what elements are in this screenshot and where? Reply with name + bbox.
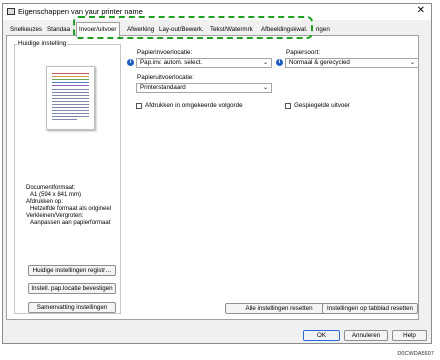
paper-input-value: Pap.inv. autom. select.: [140, 59, 203, 66]
tab-standaard[interactable]: Standaa: [45, 24, 72, 35]
tab-overige[interactable]: rigen: [314, 24, 332, 35]
tab-invoer-uitvoer[interactable]: Invoer/uitvoer: [76, 22, 120, 37]
preview-line: [52, 79, 89, 80]
paper-output-value: Printerstandaard: [140, 84, 186, 91]
figure-code: D0CWDA5607: [397, 351, 434, 357]
preview-line: [52, 92, 89, 93]
tab-afwerking[interactable]: Afwerking: [125, 24, 156, 35]
tab-tekst-watermerk[interactable]: Tekst/Watermrk: [208, 24, 255, 35]
title-bar: Eigenschappen van уаur printer name ✕: [3, 4, 431, 20]
preview-line: [52, 119, 77, 120]
chevron-down-icon: ⌄: [262, 85, 268, 91]
print-on-value: Hetzelfde formaat als origineel: [30, 206, 112, 212]
reverse-order-checkbox[interactable]: [136, 103, 142, 109]
preview-line: [52, 95, 89, 96]
info-icon: i: [276, 59, 283, 66]
cancel-button[interactable]: Annuleren: [344, 330, 388, 341]
reset-all-settings-button[interactable]: Alle instellingen resetten: [225, 303, 333, 314]
tab-snelkeuzes[interactable]: Snelkeuzes: [8, 24, 44, 35]
close-icon[interactable]: ✕: [417, 5, 425, 16]
tab-afbeeldingskwaliteit[interactable]: Afbeeldingskwal.: [259, 24, 309, 35]
help-button[interactable]: Help: [392, 330, 427, 341]
confirm-paper-location-button[interactable]: Instell. pap.locatie bevestigen: [28, 283, 116, 294]
mirror-output-checkbox[interactable]: [285, 103, 291, 109]
zoom-value: Aanpassen aan papierformaat: [30, 220, 111, 226]
preview-line: [52, 110, 89, 111]
paper-type-label: Papiersoort:: [286, 49, 320, 56]
register-current-settings-button[interactable]: Huidige instellingen registr…: [28, 265, 116, 276]
document-format-value: A1 (594 x 841 mm): [30, 192, 82, 198]
paper-output-label: Papieruitvoerlocatie:: [137, 74, 195, 81]
preview-line: [52, 85, 89, 86]
paper-output-select[interactable]: Printerstandaard ⌄: [136, 83, 272, 93]
preview-line: [52, 104, 89, 105]
chevron-down-icon: ⌄: [262, 60, 268, 66]
reset-tab-settings-button[interactable]: Instellingen op tabblad resetten: [322, 303, 418, 314]
zoom-label: Verkleinen/Vergroten:: [26, 213, 84, 219]
mirror-output-label: Gespiegelde uitvoer: [294, 102, 351, 109]
preview-line: [52, 82, 89, 83]
settings-summary-button[interactable]: Samenvatting instellingen: [28, 302, 116, 313]
paper-type-select[interactable]: Normaal & gerecycled ⌄: [285, 58, 419, 68]
paper-input-label: Papierinvoerlocatie:: [137, 49, 193, 56]
current-settings-label: Huidige instelling: [17, 40, 68, 47]
chevron-down-icon: ⌄: [409, 60, 415, 66]
ok-button[interactable]: OK: [303, 330, 340, 341]
tab-layout-bewerk[interactable]: Lay-out/Bewerk.: [157, 24, 206, 35]
print-on-label: Afdrukken op:: [26, 199, 64, 205]
printer-icon: [7, 8, 15, 15]
document-format-label: Documentformaat:: [26, 185, 76, 191]
preview-line: [52, 101, 89, 102]
window-title: Eigenschappen van уаur printer name: [18, 7, 143, 16]
preview-line: [52, 116, 89, 117]
paper-type-value: Normaal & gerecycled: [289, 59, 350, 66]
preview-line: [52, 98, 89, 99]
preview-line: [52, 89, 89, 90]
paper-input-select[interactable]: Pap.inv. autom. select. ⌄: [136, 58, 272, 68]
preview-line: [52, 76, 89, 77]
preview-line: [52, 113, 89, 114]
preview-line: [52, 73, 89, 74]
reverse-order-label: Afdrukken in omgekeerde volgorde: [145, 102, 243, 109]
preview-line: [52, 107, 89, 108]
info-icon: i: [127, 59, 134, 66]
page-preview-image: [46, 66, 95, 130]
